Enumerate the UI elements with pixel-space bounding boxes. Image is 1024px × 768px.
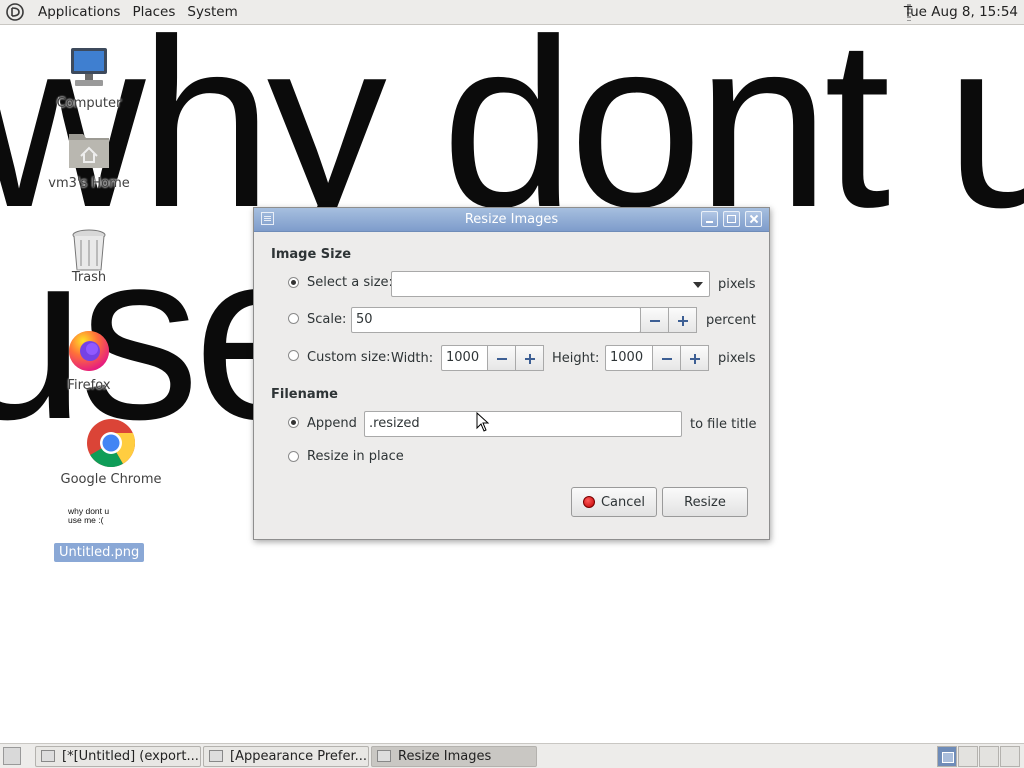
chrome-icon (87, 419, 136, 468)
taskbar-item-resize-images[interactable]: Resize Images (371, 746, 537, 767)
scale-unit: percent (706, 313, 756, 328)
resize-in-place-radio[interactable] (288, 451, 299, 462)
dialog-titlebar[interactable]: Resize Images (254, 208, 769, 232)
cancel-button[interactable]: Cancel (571, 487, 657, 517)
select-size-radio[interactable] (288, 277, 299, 288)
desktop-icon-trash[interactable]: Trash (58, 226, 120, 285)
height-increase-button[interactable] (680, 345, 709, 371)
scale-decrease-button[interactable] (640, 307, 669, 333)
chevron-down-icon[interactable] (686, 271, 710, 297)
dialog-title: Resize Images (464, 212, 559, 227)
filename-heading: Filename (271, 387, 338, 402)
close-button[interactable] (745, 211, 762, 227)
custom-size-unit: pixels (718, 351, 756, 366)
desktop-icon-label: Google Chrome (60, 472, 162, 487)
resize-button[interactable]: Resize (662, 487, 748, 517)
width-decrease-button[interactable] (487, 345, 516, 371)
taskbar-item-label: [Appearance Prefer... (230, 749, 368, 764)
taskbar-item-label: [*[Untitled] (export... (62, 749, 199, 764)
resize-button-label: Resize (684, 494, 726, 510)
file-thumbnail[interactable]: why dont u use me :( (68, 507, 138, 525)
height-decrease-button[interactable] (652, 345, 681, 371)
scale-radio[interactable] (288, 313, 299, 324)
desktop-icon-chrome[interactable]: Google Chrome (58, 418, 164, 487)
width-label: Width: (391, 351, 434, 366)
append-suffix-label: to file title (690, 417, 757, 432)
workspace-3[interactable] (979, 746, 999, 767)
cancel-icon (582, 496, 595, 508)
desktop-icon-home[interactable]: vm3's Home (46, 126, 132, 191)
computer-icon (71, 48, 107, 86)
width-input[interactable]: 1000 (441, 345, 489, 371)
height-input[interactable]: 1000 (605, 345, 655, 371)
append-label[interactable]: Append (307, 416, 357, 431)
maximize-button[interactable] (723, 211, 740, 227)
custom-size-label[interactable]: Custom size: (307, 350, 391, 365)
select-size-combo[interactable] (391, 271, 688, 297)
workspace-4[interactable] (1000, 746, 1020, 767)
desktop-icon-label: vm3's Home (48, 176, 130, 191)
gimp-icon (41, 750, 55, 762)
select-size-label[interactable]: Select a size: (307, 275, 393, 290)
desktop-icon-label: Computer (56, 96, 122, 111)
home-folder-icon (69, 134, 109, 168)
taskbar-item-appearance[interactable]: [Appearance Prefer... (203, 746, 369, 767)
custom-size-radio[interactable] (288, 350, 299, 361)
mouse-pointer-icon (476, 412, 490, 432)
append-input[interactable]: .resized (364, 411, 682, 437)
minimize-button[interactable] (701, 211, 718, 227)
appearance-icon (209, 750, 223, 762)
resize-in-place-label[interactable]: Resize in place (307, 449, 404, 464)
scale-increase-button[interactable] (668, 307, 697, 333)
show-desktop-icon[interactable] (3, 747, 21, 765)
desktop-icon-computer[interactable]: Computer (52, 44, 126, 111)
cancel-button-label: Cancel (600, 494, 646, 510)
scale-label[interactable]: Scale: (307, 312, 346, 327)
firefox-icon (69, 331, 109, 371)
resize-images-dialog: Resize Images Image Size Select a size: … (253, 207, 770, 540)
desktop-icon-firefox[interactable]: Firefox (56, 326, 122, 393)
width-increase-button[interactable] (515, 345, 544, 371)
height-label: Height: (552, 351, 600, 366)
taskbar-item-gimp[interactable]: [*[Untitled] (export... (35, 746, 201, 767)
resize-images-icon (377, 750, 391, 762)
selected-file-label[interactable]: Untitled.png (54, 543, 145, 562)
workspace-1[interactable] (937, 746, 957, 767)
image-size-heading: Image Size (271, 247, 352, 262)
bottom-panel: [*[Untitled] (export... [Appearance Pref… (0, 743, 1024, 768)
taskbar-item-label: Resize Images (398, 749, 492, 764)
scale-input[interactable]: 50 (351, 307, 641, 333)
trash-icon (72, 229, 106, 271)
workspace-2[interactable] (958, 746, 978, 767)
desktop-icon-label: Firefox (67, 378, 111, 393)
select-size-unit: pixels (718, 277, 756, 292)
append-radio[interactable] (288, 417, 299, 428)
